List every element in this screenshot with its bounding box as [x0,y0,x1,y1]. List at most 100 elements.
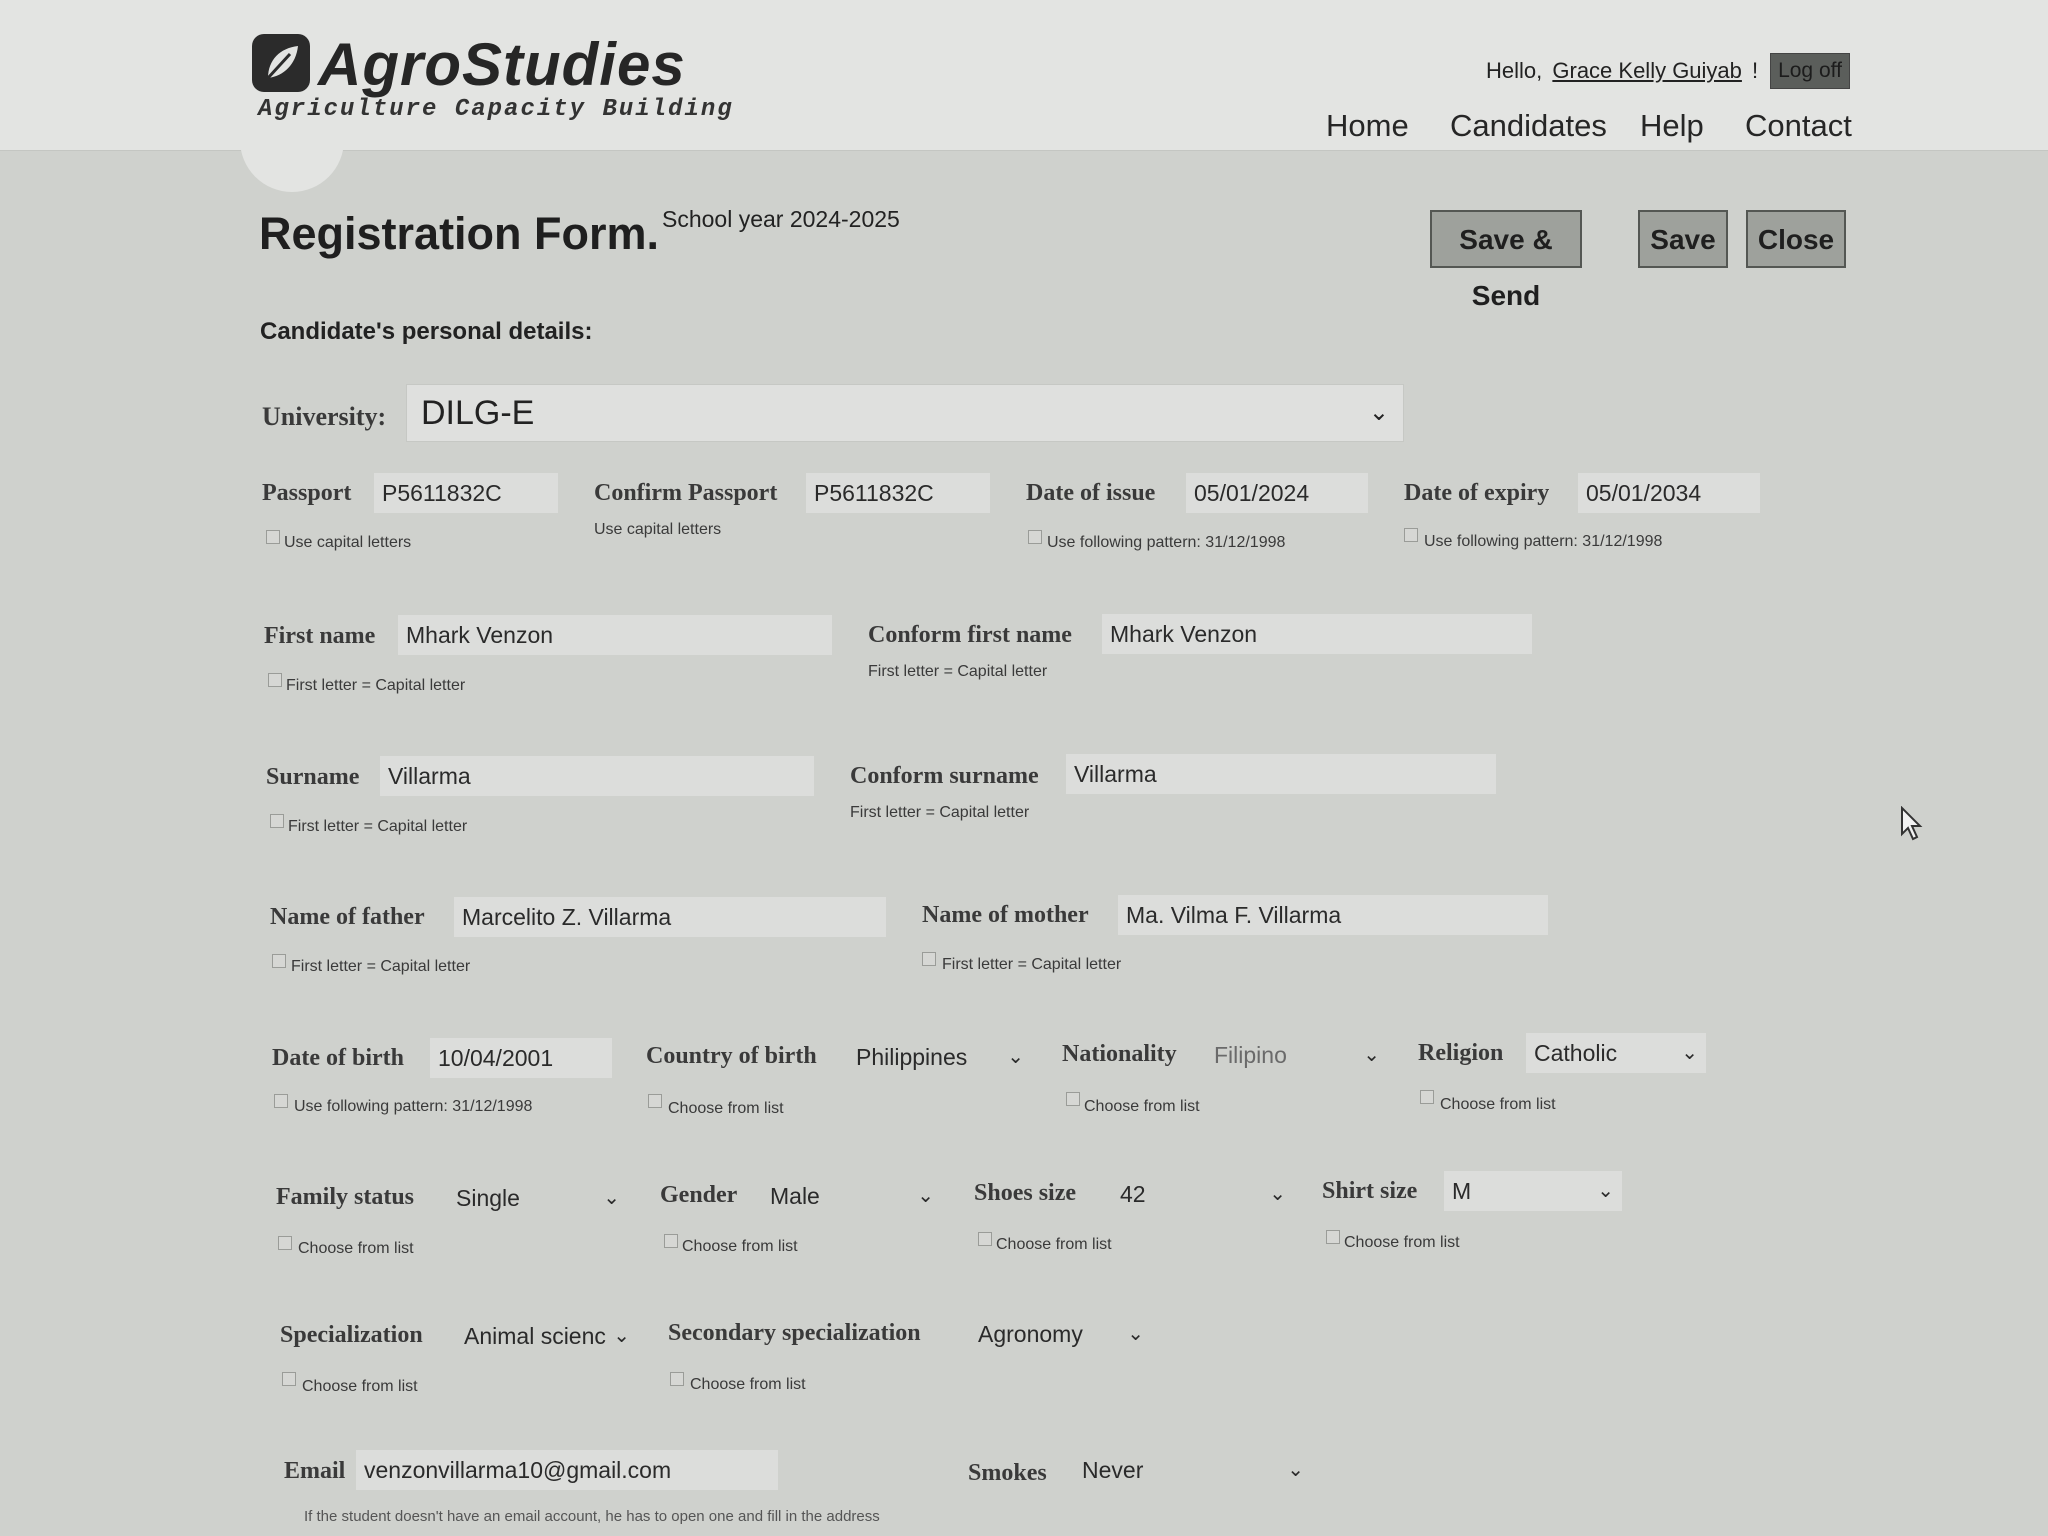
gender-checkbox[interactable] [664,1234,678,1248]
gender-hint: Choose from list [682,1238,798,1255]
smokes-label: Smokes [968,1460,1047,1486]
shirt-size-value: M [1452,1178,1472,1204]
confirm-first-name-label: Conform first name [868,622,1072,648]
date-expiry-hint: Use following pattern: 31/12/1998 [1424,533,1663,550]
smokes-value: Never [1082,1457,1144,1483]
father-hint: First letter = Capital letter [291,958,471,975]
mother-field[interactable]: Ma. Vilma F. Villarma [1118,895,1548,935]
religion-checkbox[interactable] [1420,1090,1434,1104]
leaf-icon [252,34,310,92]
user-name-link[interactable]: Grace Kelly Guiyab [1552,58,1742,83]
surname-label: Surname [266,764,360,790]
nav-home[interactable]: Home [1326,108,1409,144]
secondary-specialization-checkbox[interactable] [670,1372,684,1386]
religion-select[interactable]: Catholic ⌄ [1526,1033,1706,1073]
chevron-down-icon: ⌄ [1127,1323,1144,1345]
email-label: Email [284,1458,346,1484]
shoes-size-value: 42 [1120,1181,1146,1207]
chevron-down-icon: ⌄ [1269,1183,1286,1205]
chevron-down-icon: ⌄ [1368,399,1389,426]
nationality-hint: Choose from list [1084,1098,1200,1115]
nationality-value: Filipino [1214,1042,1287,1068]
secondary-specialization-hint: Choose from list [690,1376,806,1393]
shirt-size-checkbox[interactable] [1326,1230,1340,1244]
family-status-checkbox[interactable] [278,1236,292,1250]
date-issue-field[interactable]: 05/01/2024 [1186,473,1368,513]
shirt-size-label: Shirt size [1322,1178,1418,1204]
nationality-checkbox[interactable] [1066,1092,1080,1106]
brand-name: AgroStudies [318,31,686,98]
family-status-value: Single [456,1185,520,1211]
dob-checkbox[interactable] [274,1094,288,1108]
first-name-field[interactable]: Mhark Venzon [398,615,832,655]
father-field[interactable]: Marcelito Z. Villarma [454,897,886,937]
date-issue-checkbox[interactable] [1028,530,1042,544]
shoes-size-label: Shoes size [974,1180,1076,1206]
shoes-size-select[interactable]: 42 ⌄ [1120,1174,1286,1214]
chevron-down-icon: ⌄ [1007,1046,1024,1068]
email-hint: If the student doesn't have an email acc… [304,1508,880,1525]
confirm-surname-field[interactable]: Villarma [1066,754,1496,794]
family-status-select[interactable]: Single ⌄ [456,1178,620,1218]
save-button[interactable]: Save [1638,210,1728,268]
greeting-suffix: ! [1752,58,1759,83]
first-name-label: First name [264,623,376,649]
chevron-down-icon: ⌄ [1681,1042,1698,1064]
family-status-label: Family status [276,1184,414,1210]
header-tab-decoration [240,140,344,192]
school-year: School year 2024-2025 [662,206,900,232]
secondary-specialization-select[interactable]: Agronomy ⌄ [978,1314,1144,1354]
university-value: DILG-E [421,394,535,432]
family-status-hint: Choose from list [298,1240,414,1257]
passport-hint: Use capital letters [284,534,412,551]
country-label: Country of birth [646,1043,817,1069]
nav-help[interactable]: Help [1640,108,1704,144]
nationality-select[interactable]: Filipino ⌄ [1214,1035,1380,1075]
smokes-select[interactable]: Never ⌄ [1082,1450,1304,1490]
section-heading: Candidate's personal details: [260,318,593,345]
user-greeting: Hello, Grace Kelly Guiyab ! [1486,58,1758,84]
confirm-passport-label: Confirm Passport [594,480,778,506]
mother-hint: First letter = Capital letter [942,956,1122,973]
close-button[interactable]: Close [1746,210,1846,268]
passport-field[interactable]: P5611832C [374,473,558,513]
father-checkbox[interactable] [272,954,286,968]
email-field[interactable]: venzonvillarma10@gmail.com [356,1450,778,1490]
university-select[interactable]: DILG-E ⌄ [406,384,1404,442]
chevron-down-icon: ⌄ [613,1325,630,1347]
surname-checkbox[interactable] [270,814,284,828]
gender-select[interactable]: Male ⌄ [770,1176,934,1216]
confirm-passport-field[interactable]: P5611832C [806,473,990,513]
logoff-button[interactable]: Log off [1770,53,1850,89]
save-send-button[interactable]: Save & Send [1430,210,1582,311]
country-checkbox[interactable] [648,1094,662,1108]
nav-candidates[interactable]: Candidates [1450,108,1607,144]
shirt-size-select[interactable]: M ⌄ [1444,1171,1622,1211]
confirm-surname-label: Conform surname [850,763,1039,789]
surname-field[interactable]: Villarma [380,756,814,796]
dob-hint: Use following pattern: 31/12/1998 [294,1098,533,1115]
confirm-surname-hint: First letter = Capital letter [850,804,1030,821]
specialization-value: Animal scienc [464,1323,606,1349]
specialization-select[interactable]: Animal scienc ⌄ [464,1316,630,1356]
date-expiry-checkbox[interactable] [1404,528,1418,542]
chevron-down-icon: ⌄ [603,1187,620,1209]
passport-checkbox[interactable] [266,530,280,544]
gender-value: Male [770,1183,820,1209]
first-name-checkbox[interactable] [268,673,282,687]
shoes-size-hint: Choose from list [996,1236,1112,1253]
dob-field[interactable]: 10/04/2001 [430,1038,612,1078]
religion-hint: Choose from list [1440,1096,1556,1113]
confirm-first-name-field[interactable]: Mhark Venzon [1102,614,1532,654]
nav-contact[interactable]: Contact [1745,108,1852,144]
chevron-down-icon: ⌄ [917,1185,934,1207]
mother-checkbox[interactable] [922,952,936,966]
country-select[interactable]: Philippines ⌄ [856,1037,1024,1077]
specialization-checkbox[interactable] [282,1372,296,1386]
date-expiry-field[interactable]: 05/01/2034 [1578,473,1760,513]
mouse-cursor-icon [1900,805,1924,847]
nationality-label: Nationality [1062,1041,1177,1067]
passport-label: Passport [262,480,352,506]
page-title: Registration Form. [259,208,660,259]
shoes-size-checkbox[interactable] [978,1232,992,1246]
